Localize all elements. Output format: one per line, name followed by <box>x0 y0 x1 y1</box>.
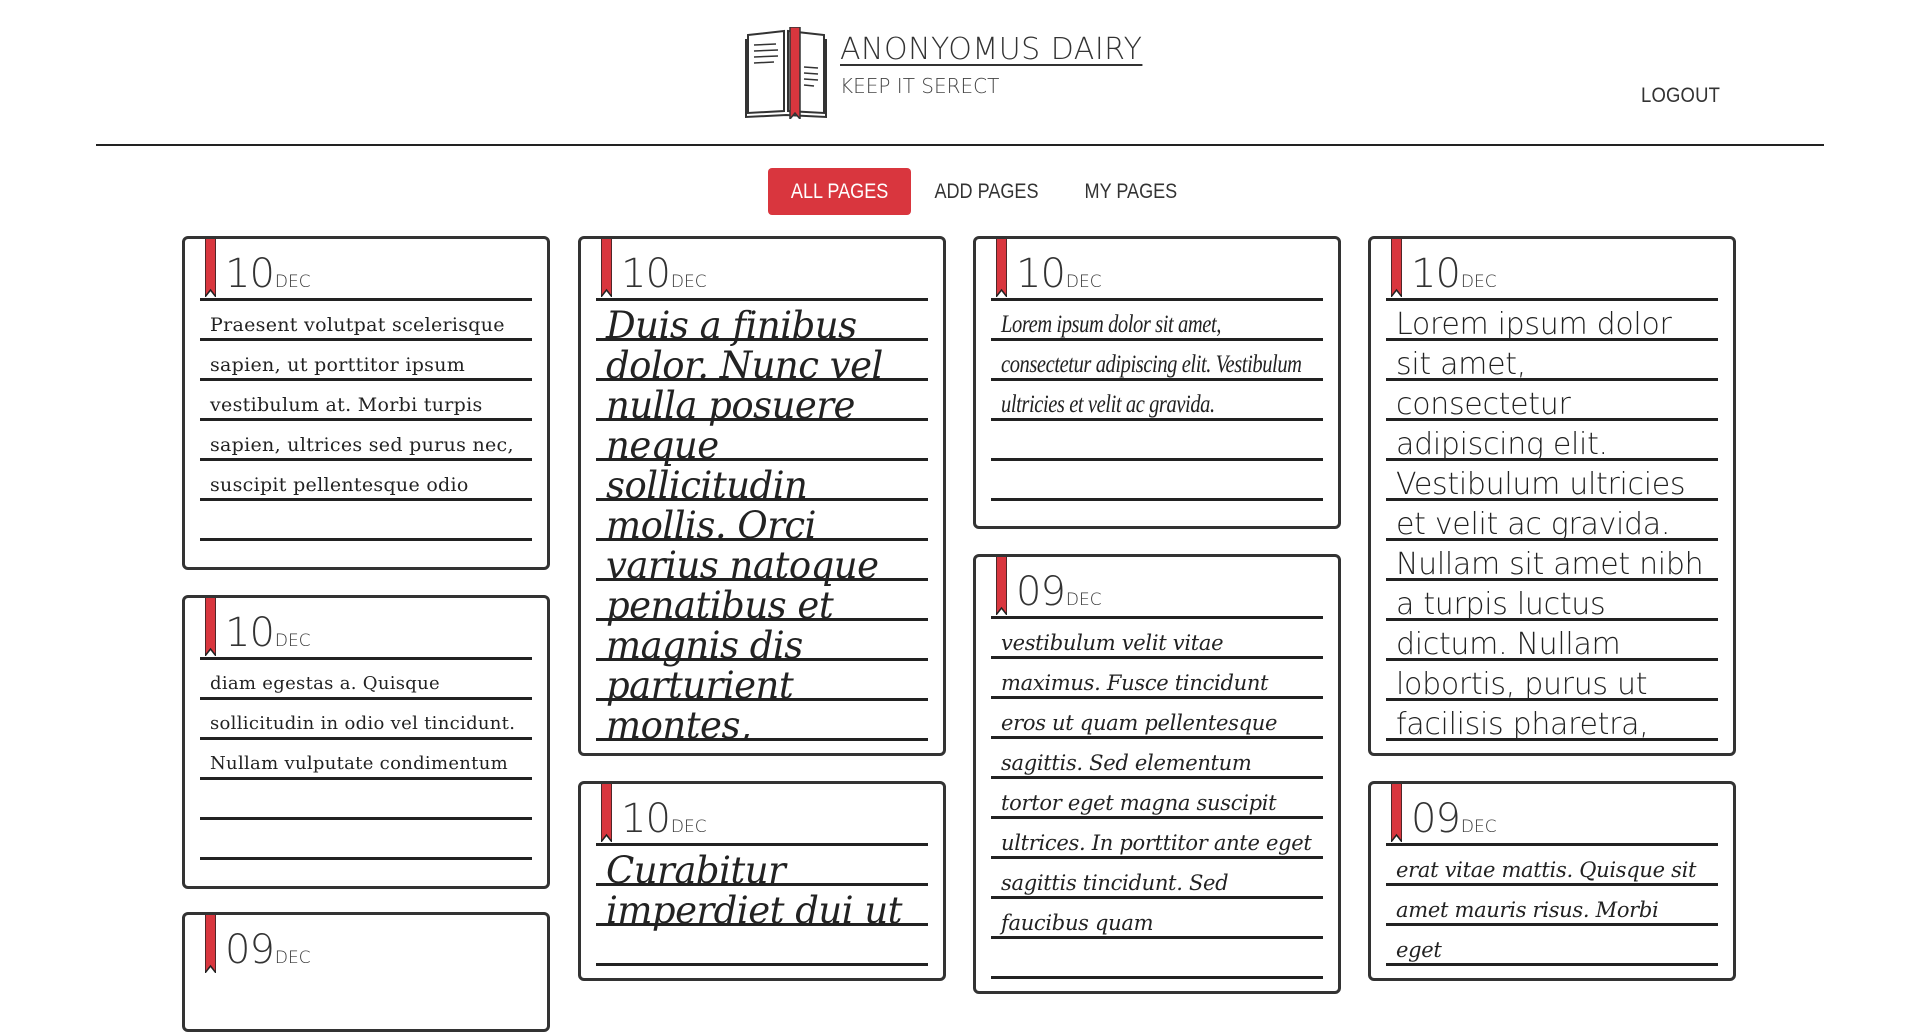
bookmark-icon <box>996 239 1007 297</box>
card-month: DEC <box>670 817 707 837</box>
open-book-icon <box>745 27 827 119</box>
card-month: DEC <box>1065 272 1102 292</box>
card-date: 10DEC <box>1411 251 1497 297</box>
card-month: DEC <box>1065 590 1102 610</box>
card-month: DEC <box>670 272 707 292</box>
bookmark-icon <box>601 784 612 842</box>
bookmark-icon <box>996 557 1007 615</box>
nav-my-pages[interactable]: MY PAGES <box>1062 168 1200 215</box>
diary-card[interactable]: 10DEC Duis a finibus dolor. Nunc vel nul… <box>578 236 946 756</box>
diary-card[interactable]: 10DEC Curabitur imperdiet dui ut <box>578 781 946 981</box>
diary-card[interactable]: 10DEC Lorem ipsum dolor sit amet, consec… <box>1368 236 1736 756</box>
card-date: 10DEC <box>621 251 707 297</box>
diary-card[interactable]: 10DEC Praesent volutpat scelerisque sapi… <box>182 236 550 570</box>
diary-card[interactable]: 09DEC erat vitae mattis. Quisque sit ame… <box>1368 781 1736 981</box>
card-date: 09DEC <box>1016 569 1102 615</box>
card-text: erat vitae mattis. Quisque sit amet maur… <box>1386 846 1718 966</box>
card-day: 10 <box>1016 251 1066 297</box>
brand-title: ANONYOMUS DAIRY <box>840 32 1143 67</box>
brand-subtitle: KEEP IT SERECT <box>840 74 1000 98</box>
card-day: 10 <box>1411 251 1461 297</box>
diary-card[interactable]: 10DEC diam egestas a. Quisque sollicitud… <box>182 595 550 889</box>
nav-my-pages-label: MY PAGES <box>1084 180 1178 203</box>
nav-all-pages-label: ALL PAGES <box>790 180 889 203</box>
bookmark-icon <box>205 239 216 297</box>
card-month: DEC <box>274 631 311 651</box>
card-date: 10DEC <box>225 251 311 297</box>
header: ANONYOMUS DAIRY KEEP IT SERECT LOGOUT <box>0 0 1920 146</box>
bookmark-icon <box>205 598 216 656</box>
card-date: 09DEC <box>1411 796 1497 842</box>
card-date: 10DEC <box>621 796 707 842</box>
diary-card[interactable]: 09DEC vestibulum velit vitae maximus. Fu… <box>973 554 1341 994</box>
logout-link[interactable]: LOGOUT <box>1641 84 1720 108</box>
card-date: 10DEC <box>225 610 311 656</box>
card-text: Lorem ipsum dolor sit amet, consectetur … <box>1386 301 1718 741</box>
bookmark-icon <box>1391 239 1402 297</box>
card-text: Praesent volutpat scelerisque sapien, ut… <box>200 301 532 555</box>
diary-card[interactable]: 10DEC Lorem ipsum dolor sit amet, consec… <box>973 236 1341 529</box>
card-day: 10 <box>225 610 275 656</box>
card-text-area: Lorem ipsum dolor sit amet, consectetur … <box>991 301 1323 514</box>
card-month: DEC <box>274 948 311 968</box>
card-text: Lorem ipsum dolor sit amet, consectetur … <box>1001 311 1302 418</box>
header-divider <box>96 144 1824 146</box>
card-text: Duis a finibus dolor. Nunc vel nulla pos… <box>596 301 928 741</box>
card-month: DEC <box>274 272 311 292</box>
card-date: 10DEC <box>1016 251 1102 297</box>
nav-all-pages[interactable]: ALL PAGES <box>768 168 912 215</box>
bookmark-icon <box>601 239 612 297</box>
card-day: 10 <box>225 251 275 297</box>
card-day: 10 <box>621 251 671 297</box>
card-month: DEC <box>1460 817 1497 837</box>
nav-add-pages-label: ADD PAGES <box>934 180 1039 203</box>
card-date: 09DEC <box>225 927 311 973</box>
diary-card[interactable]: 09DEC <box>182 912 550 1032</box>
card-text: diam egestas a. Quisque sollicitudin in … <box>200 660 532 874</box>
bookmark-icon <box>1391 784 1402 842</box>
card-month: DEC <box>1460 272 1497 292</box>
nav-add-pages[interactable]: ADD PAGES <box>911 168 1062 215</box>
main-nav: ALL PAGES ADD PAGES MY PAGES <box>768 168 1200 215</box>
card-text: Curabitur imperdiet dui ut <box>596 846 928 966</box>
card-text: vestibulum velit vitae maximus. Fusce ti… <box>991 619 1323 979</box>
card-day: 09 <box>225 927 275 973</box>
card-day: 09 <box>1411 796 1461 842</box>
card-day: 10 <box>621 796 671 842</box>
card-day: 09 <box>1016 569 1066 615</box>
